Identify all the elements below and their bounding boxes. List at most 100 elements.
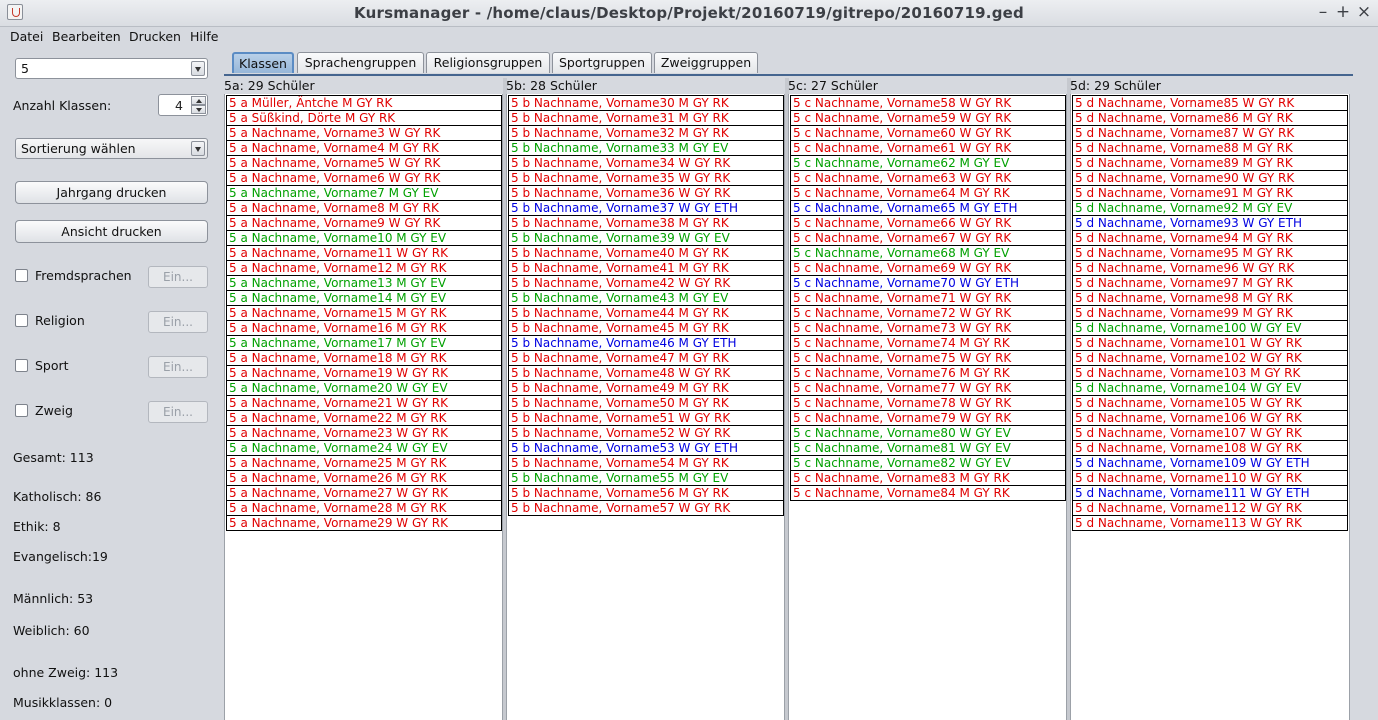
student-row[interactable]: 5 d Nachname, Vorname93 W GY ETH: [1072, 216, 1348, 231]
student-row[interactable]: 5 b Nachname, Vorname37 W GY ETH: [508, 201, 784, 216]
student-row[interactable]: 5 a Nachname, Vorname5 W GY RK: [226, 156, 502, 171]
student-row[interactable]: 5 b Nachname, Vorname35 W GY RK: [508, 171, 784, 186]
student-row[interactable]: 5 d Nachname, Vorname99 M GY RK: [1072, 306, 1348, 321]
student-row[interactable]: 5 a Nachname, Vorname11 W GY RK: [226, 246, 502, 261]
student-row[interactable]: 5 c Nachname, Vorname70 W GY ETH: [790, 276, 1066, 291]
student-row[interactable]: 5 d Nachname, Vorname101 W GY RK: [1072, 336, 1348, 351]
student-row[interactable]: 5 d Nachname, Vorname104 W GY EV: [1072, 381, 1348, 396]
chevron-down-icon[interactable]: [191, 141, 205, 156]
student-row[interactable]: 5 a Nachname, Vorname14 M GY EV: [226, 291, 502, 306]
student-row[interactable]: 5 a Nachname, Vorname25 M GY RK: [226, 456, 502, 471]
student-row[interactable]: 5 c Nachname, Vorname84 M GY RK: [790, 486, 1066, 501]
menu-drucken[interactable]: Drucken: [129, 29, 181, 44]
sport-checkbox[interactable]: [15, 359, 28, 372]
student-row[interactable]: 5 c Nachname, Vorname80 W GY EV: [790, 426, 1066, 441]
student-row[interactable]: 5 d Nachname, Vorname98 M GY RK: [1072, 291, 1348, 306]
student-row[interactable]: 5 d Nachname, Vorname92 M GY EV: [1072, 201, 1348, 216]
student-row[interactable]: 5 b Nachname, Vorname50 M GY RK: [508, 396, 784, 411]
student-row[interactable]: 5 b Nachname, Vorname55 M GY EV: [508, 471, 784, 486]
student-row[interactable]: 5 a Nachname, Vorname4 M GY RK: [226, 141, 502, 156]
student-row[interactable]: 5 c Nachname, Vorname63 W GY RK: [790, 171, 1066, 186]
student-row[interactable]: 5 d Nachname, Vorname102 W GY RK: [1072, 351, 1348, 366]
student-row[interactable]: 5 a Nachname, Vorname21 W GY RK: [226, 396, 502, 411]
spinner-up-icon[interactable]: [191, 96, 206, 105]
student-row[interactable]: 5 b Nachname, Vorname57 W GY RK: [508, 501, 784, 516]
menu-datei[interactable]: Datei: [10, 29, 43, 44]
class-5a-list[interactable]: 5 a Müller, Äntche M GY RK 5 a Süßkind, D…: [226, 95, 502, 531]
student-row[interactable]: 5 c Nachname, Vorname65 M GY ETH: [790, 201, 1066, 216]
student-row[interactable]: 5 d Nachname, Vorname94 M GY RK: [1072, 231, 1348, 246]
student-row[interactable]: 5 a Nachname, Vorname10 M GY EV: [226, 231, 502, 246]
student-row[interactable]: 5 d Nachname, Vorname89 M GY RK: [1072, 156, 1348, 171]
student-row[interactable]: 5 a Nachname, Vorname16 M GY RK: [226, 321, 502, 336]
chevron-down-icon[interactable]: [191, 61, 205, 76]
student-row[interactable]: 5 c Nachname, Vorname66 W GY RK: [790, 216, 1066, 231]
close-icon[interactable]: ×: [1353, 2, 1375, 24]
student-row[interactable]: 5 a Süßkind, Dörte M GY RK: [226, 111, 502, 126]
student-row[interactable]: 5 b Nachname, Vorname39 W GY EV: [508, 231, 784, 246]
student-row[interactable]: 5 a Nachname, Vorname7 M GY EV: [226, 186, 502, 201]
student-row[interactable]: 5 b Nachname, Vorname53 W GY ETH: [508, 441, 784, 456]
spinner-down-icon[interactable]: [191, 105, 206, 114]
student-row[interactable]: 5 c Nachname, Vorname67 W GY RK: [790, 231, 1066, 246]
student-row[interactable]: 5 a Nachname, Vorname13 M GY EV: [226, 276, 502, 291]
tab-zweiggruppen[interactable]: Zweiggruppen: [654, 52, 758, 73]
fremdsprachen-checkbox[interactable]: [15, 269, 28, 282]
student-row[interactable]: 5 d Nachname, Vorname88 M GY RK: [1072, 141, 1348, 156]
anzahl-klassen-spinner[interactable]: 4: [158, 94, 208, 116]
student-row[interactable]: 5 c Nachname, Vorname73 W GY RK: [790, 321, 1066, 336]
student-row[interactable]: 5 d Nachname, Vorname87 W GY RK: [1072, 126, 1348, 141]
student-row[interactable]: 5 c Nachname, Vorname82 W GY EV: [790, 456, 1066, 471]
religion-checkbox[interactable]: [15, 314, 28, 327]
minimize-icon[interactable]: –: [1312, 2, 1334, 24]
student-row[interactable]: 5 d Nachname, Vorname86 M GY RK: [1072, 111, 1348, 126]
student-row[interactable]: 5 a Nachname, Vorname18 M GY RK: [226, 351, 502, 366]
student-row[interactable]: 5 d Nachname, Vorname97 M GY RK: [1072, 276, 1348, 291]
student-row[interactable]: 5 b Nachname, Vorname49 M GY RK: [508, 381, 784, 396]
student-row[interactable]: 5 c Nachname, Vorname79 W GY RK: [790, 411, 1066, 426]
student-row[interactable]: 5 d Nachname, Vorname110 W GY RK: [1072, 471, 1348, 486]
student-row[interactable]: 5 c Nachname, Vorname81 W GY EV: [790, 441, 1066, 456]
student-row[interactable]: 5 b Nachname, Vorname47 M GY RK: [508, 351, 784, 366]
student-row[interactable]: 5 a Nachname, Vorname12 M GY RK: [226, 261, 502, 276]
student-row[interactable]: 5 a Nachname, Vorname3 W GY RK: [226, 126, 502, 141]
student-row[interactable]: 5 d Nachname, Vorname100 W GY EV: [1072, 321, 1348, 336]
student-row[interactable]: 5 b Nachname, Vorname32 M GY RK: [508, 126, 784, 141]
student-row[interactable]: 5 b Nachname, Vorname40 M GY RK: [508, 246, 784, 261]
class-5b-list[interactable]: 5 b Nachname, Vorname30 M GY RK 5 b Nachn…: [508, 95, 784, 516]
student-row[interactable]: 5 b Nachname, Vorname48 W GY RK: [508, 366, 784, 381]
ansicht-drucken-button[interactable]: Ansicht drucken: [15, 220, 208, 243]
student-row[interactable]: 5 c Nachname, Vorname71 W GY RK: [790, 291, 1066, 306]
student-row[interactable]: 5 b Nachname, Vorname30 M GY RK: [508, 95, 784, 111]
student-row[interactable]: 5 d Nachname, Vorname112 W GY RK: [1072, 501, 1348, 516]
student-row[interactable]: 5 b Nachname, Vorname54 M GY RK: [508, 456, 784, 471]
student-row[interactable]: 5 b Nachname, Vorname36 W GY RK: [508, 186, 784, 201]
student-row[interactable]: 5 d Nachname, Vorname111 W GY ETH: [1072, 486, 1348, 501]
student-row[interactable]: 5 b Nachname, Vorname41 M GY RK: [508, 261, 784, 276]
student-row[interactable]: 5 a Müller, Äntche M GY RK: [226, 95, 502, 111]
student-row[interactable]: 5 d Nachname, Vorname109 W GY ETH: [1072, 456, 1348, 471]
student-row[interactable]: 5 a Nachname, Vorname26 M GY RK: [226, 471, 502, 486]
religion-ein-button[interactable]: Ein...: [148, 311, 208, 333]
student-row[interactable]: 5 a Nachname, Vorname20 W GY EV: [226, 381, 502, 396]
student-row[interactable]: 5 a Nachname, Vorname8 M GY RK: [226, 201, 502, 216]
student-row[interactable]: 5 c Nachname, Vorname77 W GY RK: [790, 381, 1066, 396]
student-row[interactable]: 5 d Nachname, Vorname113 W GY RK: [1072, 516, 1348, 531]
student-row[interactable]: 5 b Nachname, Vorname44 M GY RK: [508, 306, 784, 321]
anzahl-klassen-value[interactable]: 4: [175, 98, 183, 113]
student-row[interactable]: 5 b Nachname, Vorname38 M GY RK: [508, 216, 784, 231]
student-row[interactable]: 5 c Nachname, Vorname74 M GY RK: [790, 336, 1066, 351]
sortierung-select[interactable]: Sortierung wählen: [15, 138, 208, 159]
student-row[interactable]: 5 c Nachname, Vorname58 W GY RK: [790, 95, 1066, 111]
student-row[interactable]: 5 a Nachname, Vorname19 W GY RK: [226, 366, 502, 381]
student-row[interactable]: 5 a Nachname, Vorname15 M GY RK: [226, 306, 502, 321]
student-row[interactable]: 5 b Nachname, Vorname33 M GY EV: [508, 141, 784, 156]
student-row[interactable]: 5 c Nachname, Vorname61 W GY RK: [790, 141, 1066, 156]
student-row[interactable]: 5 b Nachname, Vorname52 W GY RK: [508, 426, 784, 441]
student-row[interactable]: 5 a Nachname, Vorname24 W GY EV: [226, 441, 502, 456]
student-row[interactable]: 5 a Nachname, Vorname17 M GY EV: [226, 336, 502, 351]
menu-bearbeiten[interactable]: Bearbeiten: [52, 29, 121, 44]
student-row[interactable]: 5 a Nachname, Vorname29 W GY RK: [226, 516, 502, 531]
student-row[interactable]: 5 a Nachname, Vorname22 M GY RK: [226, 411, 502, 426]
jahrgang-select[interactable]: 5: [15, 58, 208, 79]
